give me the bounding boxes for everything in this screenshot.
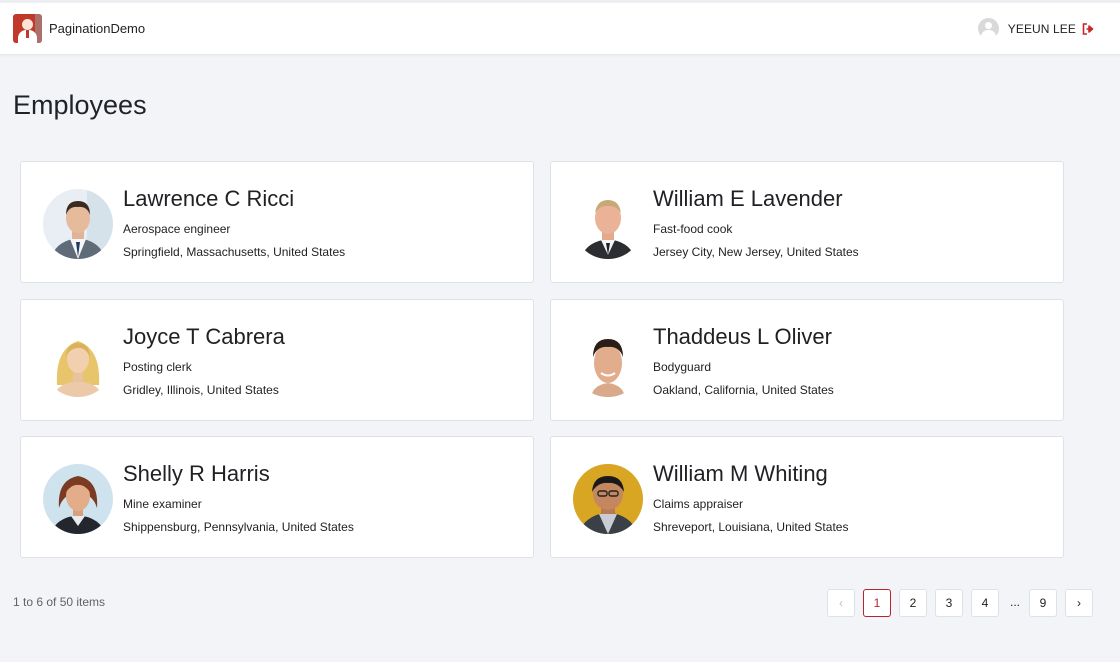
employee-location: Gridley, Illinois, United States <box>123 383 279 397</box>
user-menu[interactable]: YEEUN LEE <box>977 18 1094 39</box>
employee-job: Posting clerk <box>123 360 192 374</box>
employee-location: Shreveport, Louisiana, United States <box>653 520 849 534</box>
employee-location: Springfield, Massachusetts, United State… <box>123 245 346 259</box>
employee-photo <box>43 327 113 397</box>
employee-name: Joyce T Cabrera <box>123 324 285 349</box>
app-logo-icon <box>13 14 42 43</box>
employee-card[interactable]: William M Whiting Claims appraiser Shrev… <box>550 436 1064 558</box>
pagination-page-button[interactable]: 2 <box>899 589 927 617</box>
employee-card[interactable]: Thaddeus L Oliver Bodyguard Oakland, Cal… <box>550 299 1064 421</box>
employee-location: Oakland, California, United States <box>653 383 834 397</box>
items-summary: 1 to 6 of 50 items <box>13 595 106 609</box>
employee-card[interactable]: Shelly R Harris Mine examiner Shippensbu… <box>20 436 534 558</box>
top-navbar: PaginationDemo YEEUN LEE <box>0 0 1120 54</box>
employee-card[interactable]: Lawrence C Ricci Aerospace engineer Spri… <box>20 161 534 283</box>
employee-photo <box>43 464 113 534</box>
employee-job: Claims appraiser <box>653 497 744 511</box>
employee-job: Aerospace engineer <box>123 222 231 236</box>
pagination-page-button[interactable]: 1 <box>863 589 891 617</box>
pagination-page-button[interactable]: 3 <box>935 589 963 617</box>
employee-card[interactable]: William E Lavender Fast-food cook Jersey… <box>550 161 1064 283</box>
user-name: YEEUN LEE <box>1007 21 1076 36</box>
logout-icon[interactable] <box>1082 22 1094 35</box>
pagination-ellipsis: ... <box>1010 595 1021 609</box>
pagination-page-button[interactable]: 9 <box>1029 589 1057 617</box>
employee-job: Fast-food cook <box>653 222 733 236</box>
employee-photo <box>573 189 643 259</box>
employee-location: Shippensburg, Pennsylvania, United State… <box>123 520 354 534</box>
employee-name: Shelly R Harris <box>123 461 270 486</box>
employee-photo <box>573 464 643 534</box>
employee-name: Lawrence C Ricci <box>123 186 295 211</box>
employee-photo <box>43 189 113 259</box>
brand[interactable]: PaginationDemo <box>13 14 145 43</box>
user-avatar-icon <box>977 18 999 39</box>
page-title: Employees <box>13 90 147 120</box>
pagination-prev-button[interactable]: ‹ <box>827 589 855 617</box>
employee-name: William M Whiting <box>653 461 828 486</box>
employee-job: Mine examiner <box>123 497 202 511</box>
pagination-next-button[interactable]: › <box>1065 589 1093 617</box>
employee-photo <box>573 327 643 397</box>
pagination-page-button[interactable]: 4 <box>971 589 999 617</box>
employee-card[interactable]: Joyce T Cabrera Posting clerk Gridley, I… <box>20 299 534 421</box>
employee-location: Jersey City, New Jersey, United States <box>653 245 859 259</box>
employee-name: William E Lavender <box>653 186 843 211</box>
app-name: PaginationDemo <box>49 21 146 36</box>
employee-job: Bodyguard <box>653 360 712 374</box>
employee-name: Thaddeus L Oliver <box>653 324 832 349</box>
